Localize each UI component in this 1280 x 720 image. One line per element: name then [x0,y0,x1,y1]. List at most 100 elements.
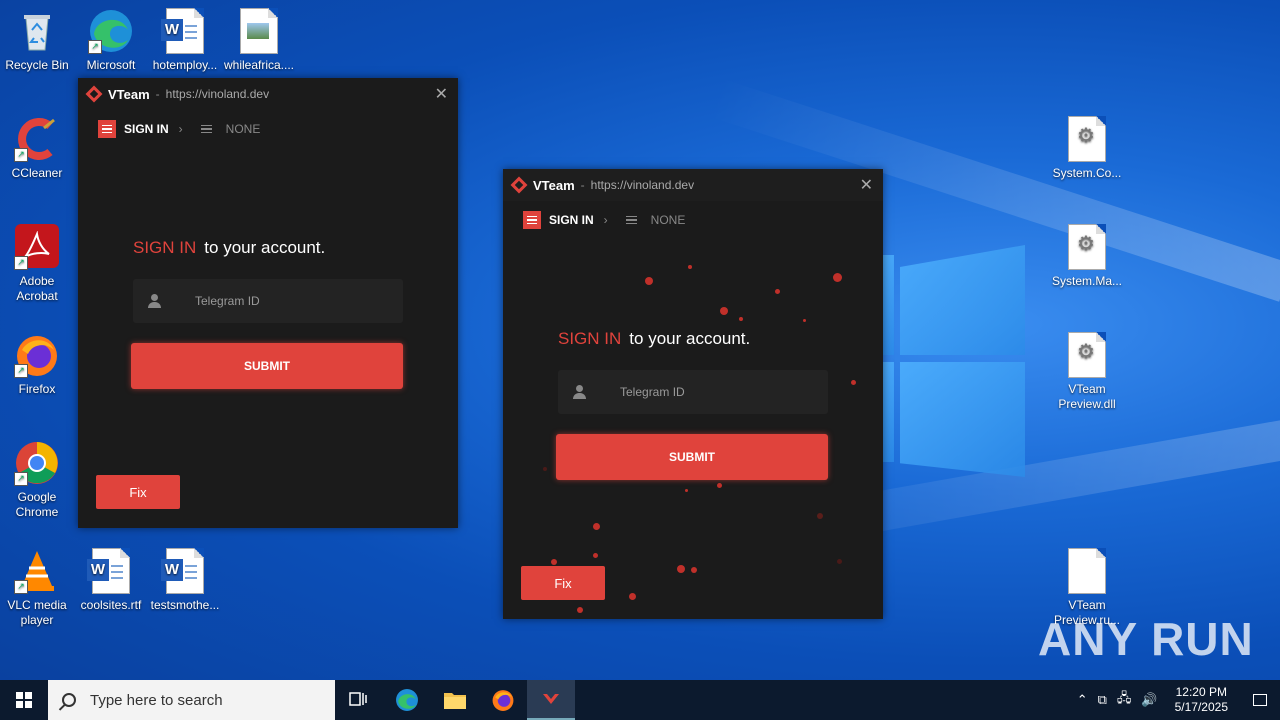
chevron-up-icon[interactable]: ⌃ [1077,692,1088,708]
desktop-icon-whileafrica[interactable]: whileafrica.... [222,8,296,73]
folder-icon [444,693,466,709]
window-navbar: SIGN IN › NONE [503,201,883,239]
notification-icon [1253,694,1267,706]
edge-icon [396,689,418,711]
taskbar-vteam[interactable] [527,680,575,720]
taskbar-search[interactable] [48,680,335,720]
desktop-icon-ccleaner[interactable]: ↗ CCleaner [0,116,74,181]
blank-file-icon [1064,548,1110,594]
nav-none[interactable]: NONE [226,122,261,136]
signin-heading: SIGN IN to your account. [558,329,750,349]
telegram-id-input[interactable] [193,293,377,309]
desktop-icon-label: Microsoft Edge [86,58,136,72]
shortcut-arrow-icon: ↗ [14,580,28,594]
search-icon [62,693,76,707]
particle [645,277,653,285]
close-icon[interactable]: ✕ [435,84,448,104]
close-icon[interactable]: ✕ [860,175,873,195]
desktop-icon-label: System.Co... [1052,166,1122,180]
particle [543,467,547,471]
chrome-icon: ↗ [14,440,60,486]
submit-button[interactable]: SUBMIT [131,343,403,389]
particle [677,565,685,573]
desktop-icon-adobe-acrobat[interactable]: ↗ Adobe Acrobat [0,224,74,304]
network-icon[interactable]: 🖧 [1117,689,1132,711]
anyrun-watermark: ANY RUN [1038,613,1254,665]
window-titlebar[interactable]: VTeam - https://vinoland.dev ✕ [78,78,458,110]
title-separator: - [580,178,585,192]
desktop-icon-hotemploy[interactable]: W hotemploy... [148,8,222,73]
ccleaner-icon: ↗ [14,116,60,162]
particle [691,567,697,573]
taskbar-firefox[interactable] [479,680,527,720]
word-document-icon: W [161,8,208,54]
window-navbar: SIGN IN › NONE [78,110,458,148]
word-document-icon: W [161,548,208,594]
desktop-icon-label: Adobe Acrobat [16,274,58,303]
shortcut-arrow-icon: ↗ [14,364,28,378]
fix-button[interactable]: Fix [96,475,180,509]
shortcut-arrow-icon: ↗ [14,148,28,162]
desktop-icon-google-chrome[interactable]: ↗ Google Chrome [0,440,74,520]
shortcut-arrow-icon: ↗ [88,40,102,54]
word-document-icon: W [87,548,134,594]
recycle-bin-icon [14,8,60,54]
desktop-icon-label: System.Ma... [1051,274,1122,288]
desktop-icon-coolsites[interactable]: W coolsites.rtf [74,548,148,613]
particle [833,273,842,282]
desktop-icon-system-co[interactable]: ⚙ System.Co... [1050,116,1124,181]
telegram-id-field[interactable] [133,279,403,323]
volume-icon[interactable]: 🔊 [1141,692,1157,708]
list-icon [200,124,212,134]
taskbar-file-explorer[interactable] [431,680,479,720]
system-tray: ⌃ ⧉ 🖧 🔊 12:20 PM 5/17/2025 [1072,680,1280,720]
nav-none[interactable]: NONE [651,213,686,227]
settings-file-icon: ⚙ [1064,332,1110,378]
desktop-icon-label: CCleaner [11,166,63,180]
windows-logo-icon [16,692,32,708]
desktop-icon-vteam-preview-dll[interactable]: ⚙ VTeam Preview.dll [1050,332,1124,412]
clock[interactable]: 12:20 PM 5/17/2025 [1175,685,1228,715]
particle [720,307,728,315]
desktop-icon-firefox[interactable]: ↗ Firefox [0,332,74,397]
notification-button[interactable] [1240,694,1280,706]
start-button[interactable] [0,680,48,720]
fix-button[interactable]: Fix [521,566,605,600]
desktop-icon-system-ma[interactable]: ⚙ System.Ma... [1050,224,1124,289]
user-icon [147,294,161,308]
shortcut-arrow-icon: ↗ [14,472,28,486]
vteam-window[interactable]: VTeam - https://vinoland.dev ✕ SIGN IN ›… [78,78,458,528]
desktop-icon-vlc[interactable]: ↗ VLC media player [0,548,74,628]
submit-button[interactable]: SUBMIT [556,434,828,480]
task-view-button[interactable] [335,680,383,720]
desktop-icon-microsoft-edge[interactable]: ↗ Microsoft Edge [74,8,148,73]
app-title: VTeam [533,177,575,193]
particle [717,483,722,488]
desktop-icon-label: Recycle Bin [5,58,69,72]
desktop-icon-label: Google Chrome [15,490,59,519]
window-titlebar[interactable]: VTeam - https://vinoland.dev ✕ [503,169,883,201]
particle [817,513,823,519]
title-separator: - [155,87,160,101]
desktop-icon-recycle-bin[interactable]: Recycle Bin [0,8,74,73]
app-title: VTeam [108,86,150,102]
particle [629,593,636,600]
vteam-window[interactable]: VTeam - https://vinoland.dev ✕ SIGN IN ›… [503,169,883,619]
taskbar-edge[interactable] [383,680,431,720]
telegram-id-field[interactable] [558,370,828,414]
signin-heading-rest: to your account. [629,329,751,348]
telegram-id-input[interactable] [618,384,802,400]
device-icon[interactable]: ⧉ [1098,692,1107,708]
taskbar-search-input[interactable] [88,690,312,710]
app-url: https://vinoland.dev [590,178,695,192]
firefox-icon [492,690,514,711]
menu-icon[interactable] [523,211,541,229]
nav-signin[interactable]: SIGN IN [124,122,169,136]
settings-file-icon: ⚙ [1064,116,1110,162]
desktop-icon-testsmothe[interactable]: W testsmothe... [148,548,222,613]
desktop-icon-label: hotemploy... [152,58,218,72]
nav-signin[interactable]: SIGN IN [549,213,594,227]
desktop-icon-label: testsmothe... [150,598,220,612]
particle [688,265,692,269]
menu-icon[interactable] [98,120,116,138]
